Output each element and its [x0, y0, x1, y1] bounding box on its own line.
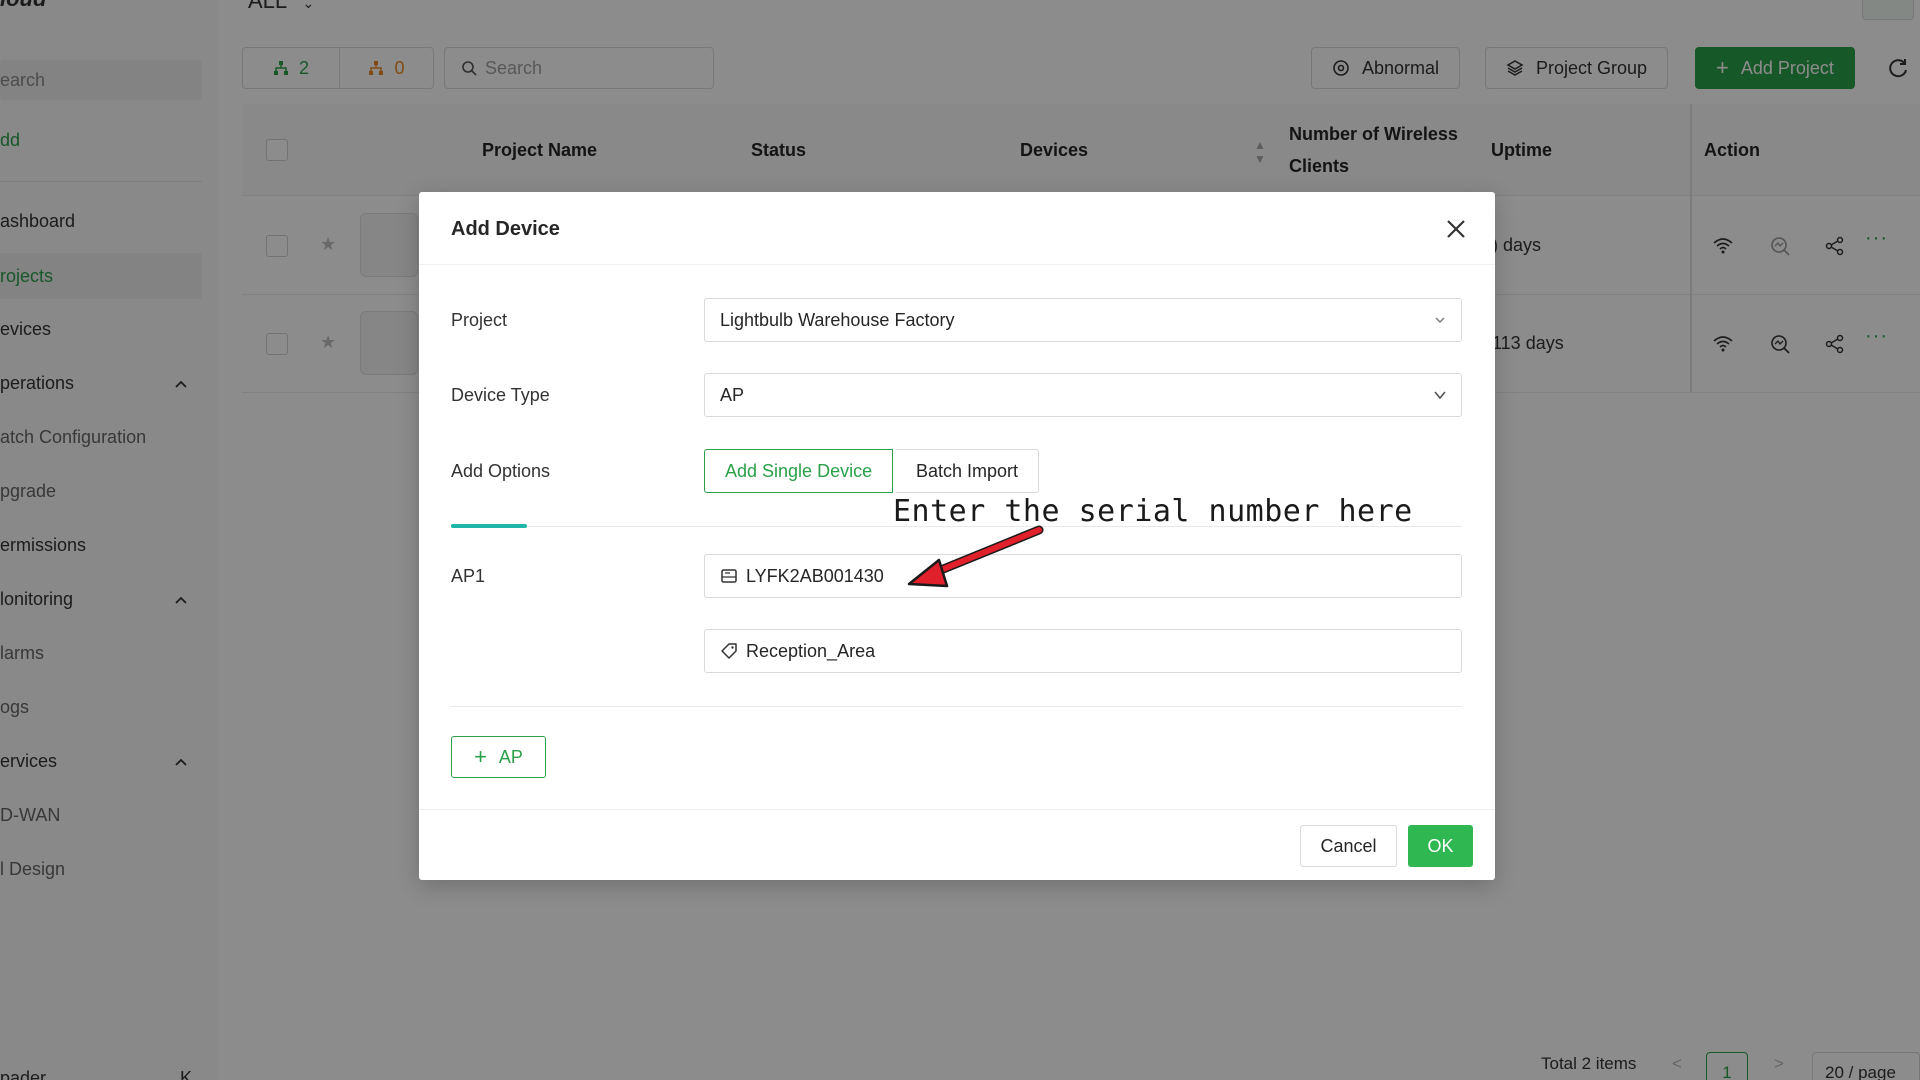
serial-number-value: LYFK2AB001430 — [746, 565, 884, 586]
project-label: Project — [451, 310, 508, 330]
add-options-label: Add Options — [451, 461, 551, 481]
tab-ink-bar — [451, 524, 527, 528]
tag-icon — [721, 643, 737, 659]
batch-import-option[interactable]: Batch Import — [896, 449, 1040, 493]
list-divider — [451, 706, 1462, 707]
project-value: Lightbulb Warehouse Factory — [720, 310, 955, 330]
device-icon — [721, 569, 737, 583]
location-input[interactable]: Reception_Area — [704, 629, 1462, 673]
device-type-select[interactable]: AP — [704, 373, 1462, 417]
ap1-label: AP1 — [451, 566, 486, 586]
project-select[interactable]: Lightbulb Warehouse Factory — [704, 298, 1462, 342]
add-device-dialog: Add Device Project Lightbulb Warehouse F… — [419, 192, 1495, 880]
location-value: Reception_Area — [746, 640, 876, 661]
dialog-title: Add Device — [451, 218, 560, 240]
chevron-down-icon — [1435, 317, 1445, 323]
ok-button[interactable]: OK — [1408, 825, 1473, 867]
dialog-header: Add Device — [419, 192, 1495, 265]
device-type-label: Device Type — [451, 385, 550, 405]
close-icon[interactable] — [1445, 218, 1467, 240]
serial-number-input[interactable]: LYFK2AB001430 — [704, 554, 1462, 598]
plus-icon: + — [474, 744, 487, 769]
dialog-footer: Cancel OK — [419, 809, 1495, 880]
annotation-arrow-icon — [907, 525, 1044, 588]
add-ap-label: AP — [498, 746, 523, 767]
add-single-device-option[interactable]: Add Single Device — [704, 449, 894, 493]
chevron-down-icon — [1434, 391, 1446, 400]
add-ap-button[interactable]: + AP — [451, 736, 546, 778]
device-type-value: AP — [720, 385, 745, 405]
cancel-button[interactable]: Cancel — [1300, 825, 1397, 867]
